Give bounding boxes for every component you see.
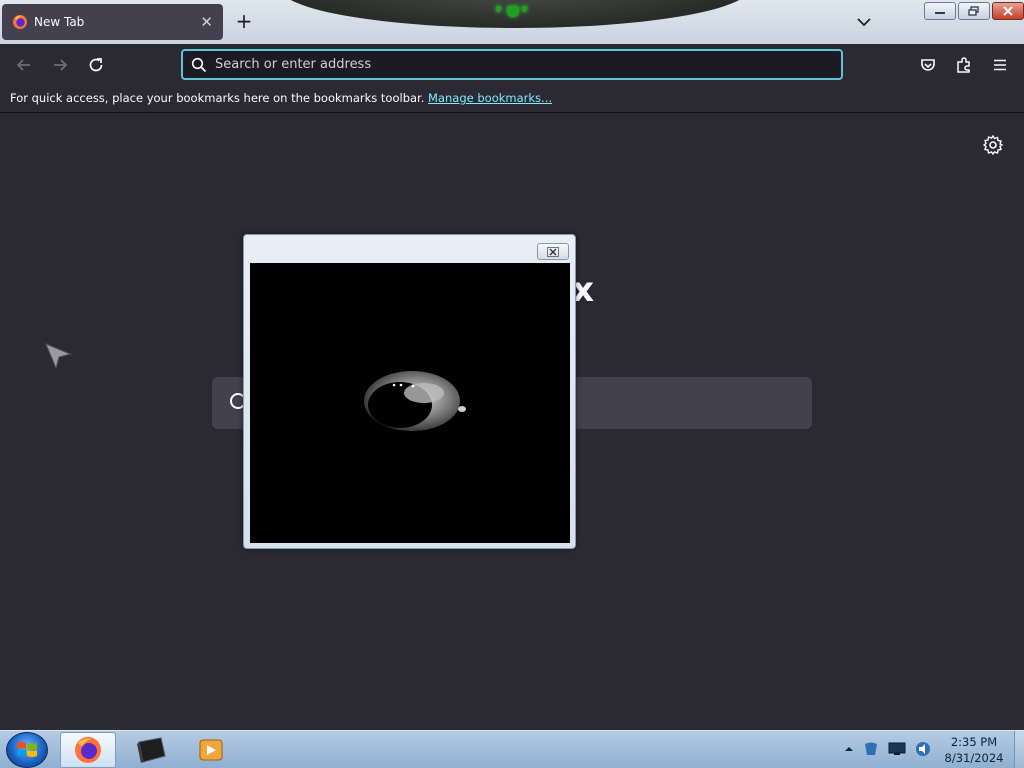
taskbar-media-player[interactable] [183,732,239,768]
list-all-tabs-chevron-icon[interactable] [853,12,875,32]
minimize-icon [935,12,945,14]
minimize-button[interactable] [924,2,956,20]
navigation-toolbar [0,44,1024,86]
tab-title: New Tab [34,15,85,29]
bookmarks-empty-message: For quick access, place your bookmarks h… [10,91,425,105]
windows-logo-icon [17,742,37,757]
start-button[interactable] [6,732,48,768]
search-icon [191,57,207,72]
popup-window [243,234,576,549]
taskbar-terminal[interactable] [123,732,179,768]
forward-button[interactable] [48,53,72,77]
close-icon [1003,6,1013,16]
gear-icon[interactable] [982,134,1004,156]
save-to-pocket-button[interactable] [916,53,940,77]
popup-video-area [250,263,570,543]
address-input[interactable] [215,57,841,72]
firefox-icon [13,15,27,29]
hamburger-icon [994,59,1006,71]
show-hidden-icons-icon[interactable] [844,744,854,754]
titlebar-led-right [522,6,527,12]
show-desktop-button[interactable] [1014,731,1024,768]
system-clock[interactable]: 2:35 PM 8/31/2024 [938,734,1010,766]
taskbar: 2:35 PM 8/31/2024 [0,730,1024,768]
media-player-icon [199,739,223,761]
close-icon [547,246,559,257]
reload-icon [89,58,103,72]
clock-time: 2:35 PM [950,735,998,749]
network-icon[interactable] [862,740,880,758]
mouse-cursor-icon [45,343,72,370]
clock-date: 8/31/2024 [944,751,1004,765]
terminal-icon [137,737,166,763]
tab-new-tab[interactable]: New Tab ✕ [2,4,223,40]
volume-icon[interactable] [914,740,932,758]
titlebar-led-left [496,6,501,12]
new-tab-button[interactable]: + [233,10,255,32]
system-tray [844,740,932,758]
manage-bookmarks-link[interactable]: Manage bookmarks... [428,91,552,105]
tab-close-icon[interactable]: ✕ [200,14,213,30]
puzzle-icon [957,57,970,73]
pocket-icon [921,59,935,71]
restore-icon [968,6,979,16]
arrow-left-icon [16,59,30,71]
popup-close-button[interactable] [537,243,569,260]
arrow-right-icon [54,59,68,71]
back-button[interactable] [12,53,36,77]
bookmarks-toolbar: For quick access, place your bookmarks h… [0,86,1024,113]
extensions-button[interactable] [952,53,976,77]
reload-button[interactable] [84,53,108,77]
restore-button[interactable] [958,2,990,20]
window-controls [924,2,1024,20]
eye-image [364,371,466,431]
app-menu-button[interactable] [988,53,1012,77]
firefox-icon [75,737,101,763]
title-bar: New Tab ✕ + [0,0,1024,44]
display-icon[interactable] [888,741,906,757]
taskbar-firefox[interactable] [60,732,116,768]
close-window-button[interactable] [992,2,1024,20]
address-bar[interactable] [181,49,843,80]
